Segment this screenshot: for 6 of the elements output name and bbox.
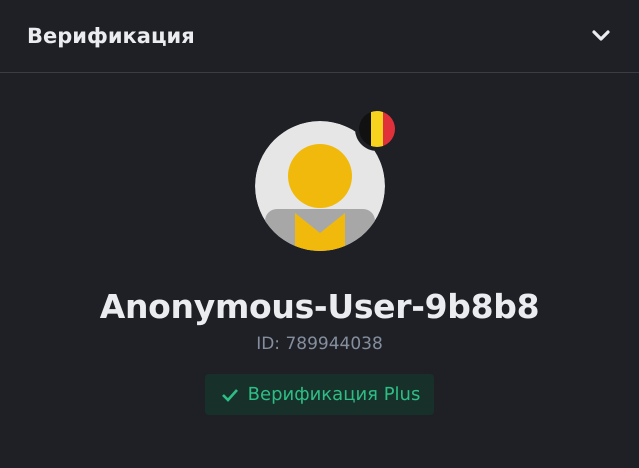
user-id: ID: 789944038 — [256, 334, 383, 354]
section-title: Верификация — [27, 24, 195, 48]
badge-label: Верификация Plus — [248, 384, 420, 405]
username: Anonymous-User-9b8b8 — [100, 287, 540, 326]
check-icon — [220, 388, 239, 402]
chevron-down-icon[interactable] — [591, 29, 611, 43]
